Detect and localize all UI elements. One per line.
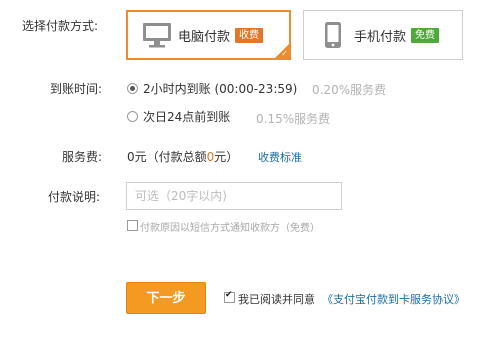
service-fee-value: 0元（付款总额0元） — [127, 150, 239, 164]
mobile-payment-option[interactable]: 手机付款 免费 — [303, 10, 463, 60]
payment-note-label: 付款说明: — [48, 190, 101, 204]
agreement-link[interactable]: 《支付宝付款到卡服务协议》 — [322, 291, 465, 307]
arrival-2h-fee: 0.20%服务费 — [312, 83, 387, 97]
arrival-time-label: 到账时间: — [50, 82, 103, 96]
agree-checkbox[interactable] — [224, 290, 235, 303]
service-fee-label: 服务费: — [62, 150, 103, 164]
arrival-2h-radio[interactable] — [127, 83, 138, 94]
mobile-phone-icon — [324, 21, 342, 49]
sms-notify-label: 付款原因以短信方式通知收款方（免费） — [140, 223, 320, 234]
arrival-2h-label[interactable]: 2小时内到账 (00:00-23:59) — [143, 80, 297, 97]
free-badge: 免费 — [411, 27, 440, 43]
arrival-nextday-fee: 0.15%服务费 — [256, 112, 331, 126]
payment-method-label: 选择付款方式: — [22, 19, 99, 33]
sms-notify-checkbox[interactable] — [127, 220, 138, 231]
arrival-nextday-radio[interactable] — [127, 111, 138, 122]
fee-badge: 收费 — [235, 27, 264, 43]
desktop-monitor-icon — [142, 22, 172, 48]
pc-payment-option[interactable]: 电脑付款 收费 ✓ — [126, 10, 291, 60]
next-step-button[interactable]: 下一步 — [126, 282, 206, 314]
fee-standard-link[interactable]: 收费标准 — [258, 149, 302, 165]
checkmark-icon: ✓ — [281, 49, 288, 58]
arrival-nextday-label[interactable]: 次日24点前到账 — [143, 108, 230, 125]
mobile-payment-title: 手机付款 — [354, 29, 407, 45]
payment-note-input[interactable] — [126, 182, 342, 210]
agree-label: 我已阅读并同意 — [238, 293, 315, 306]
pc-payment-title: 电脑付款 — [178, 29, 231, 45]
